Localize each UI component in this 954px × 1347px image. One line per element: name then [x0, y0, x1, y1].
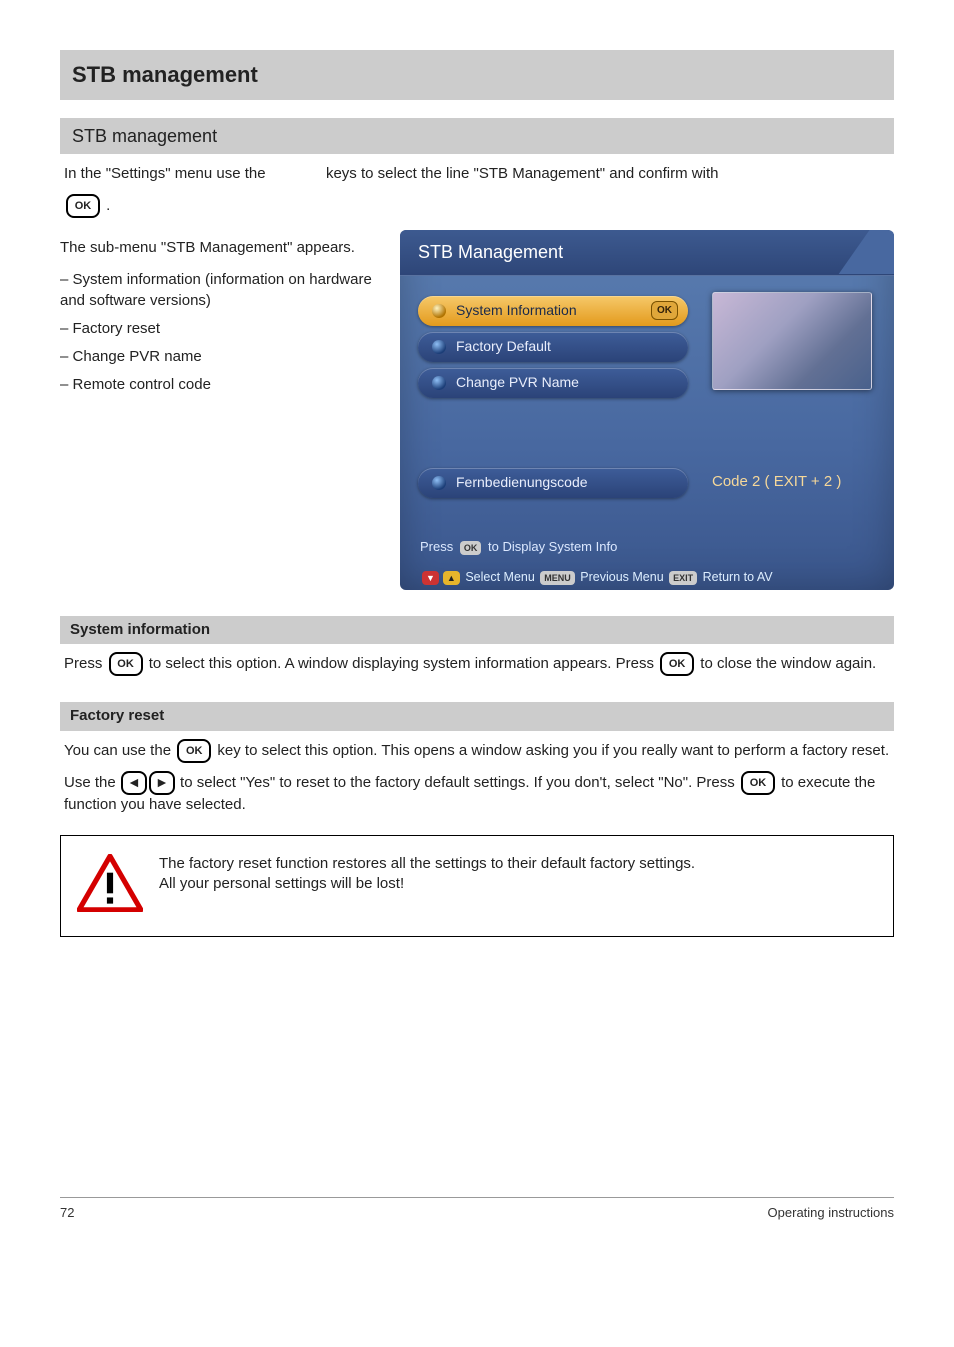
sysinfo-a: Press	[64, 655, 107, 672]
sysinfo-b: to select this option. A window displayi…	[149, 655, 658, 672]
warning-box: The factory reset function restores all …	[60, 835, 894, 937]
ok-icon: OK	[660, 652, 694, 676]
section-title: STB management	[60, 118, 894, 154]
osd-title-text: STB Management	[418, 242, 563, 262]
ok-icon: OK	[177, 739, 211, 763]
osd-footer-prev: Previous Menu	[580, 570, 663, 584]
ok-icon: OK	[460, 541, 482, 555]
menu-key-icon: MENU	[540, 571, 575, 585]
sublist-intro: The sub-menu "STB Management" appears.	[60, 238, 380, 258]
osd-preview-thumbnail	[712, 292, 872, 390]
osd-footer-select: Select Menu	[465, 570, 534, 584]
osd-footer-return: Return to AV	[703, 570, 773, 584]
bullet-icon	[432, 340, 446, 354]
factory-paragraph-1: You can use the OK key to select this op…	[60, 739, 894, 763]
osd-item-system-information[interactable]: System Information OK	[418, 296, 688, 326]
ok-icon: OK	[109, 652, 143, 676]
osd-item-label: Change PVR Name	[456, 373, 579, 392]
osd-hint: Press OK to Display System Info	[420, 538, 876, 556]
sysinfo-c: to close the window again.	[700, 655, 876, 672]
bullet-icon	[432, 476, 446, 490]
warning-triangle-icon	[77, 854, 143, 918]
ok-icon: OK	[66, 194, 100, 218]
bullet-pvrname: Change PVR name	[60, 347, 380, 367]
osd-item-label: System Information	[456, 301, 577, 320]
bullet-sysinfo: System information (information on hardw…	[60, 270, 380, 311]
intro-paragraph-2: OK .	[60, 194, 894, 218]
osd-item-remote-code[interactable]: Fernbedienungscode	[418, 468, 688, 498]
intro-paragraph: In the "Settings" menu use the keys to s…	[60, 164, 894, 184]
factory-2b: to select "Yes" to reset to the factory …	[180, 774, 739, 791]
factory-1b: key to select this option. This opens a …	[217, 742, 889, 759]
osd-screenshot: STB Management System Information OK Fac…	[400, 230, 894, 590]
bullet-factory: Factory reset	[60, 319, 380, 339]
osd-item-factory-default[interactable]: Factory Default	[418, 332, 688, 362]
osd-footer: ▼ ▲ Select Menu MENU Previous Menu EXIT R…	[418, 569, 876, 586]
intro-dot: .	[106, 197, 110, 214]
page-number: 72	[60, 1204, 74, 1222]
sysinfo-paragraph: Press OK to select this option. A window…	[60, 652, 894, 676]
factory-paragraph-2: Use the ◄► to select "Yes" to reset to t…	[60, 771, 894, 815]
warning-text: The factory reset function restores all …	[159, 854, 695, 895]
intro-text-a: In the "Settings" menu use the	[64, 165, 270, 182]
left-arrow-icon: ◄	[121, 771, 147, 795]
section-factory-reset: Factory reset	[60, 702, 894, 730]
osd-hint-a: Press	[420, 539, 453, 554]
page-footer: 72 Operating instructions	[60, 1197, 894, 1222]
bullet-icon	[432, 304, 446, 318]
exit-key-icon: EXIT	[669, 571, 697, 585]
osd-item-label: Factory Default	[456, 337, 551, 356]
bullet-rc: Remote control code	[60, 375, 380, 395]
factory-1a: You can use the	[64, 742, 175, 759]
osd-title: STB Management	[400, 230, 894, 275]
ok-icon: OK	[651, 301, 678, 321]
warning-line-2: All your personal settings will be lost!	[159, 874, 695, 894]
footer-label: Operating instructions	[768, 1204, 894, 1222]
osd-rc-value: Code 2 ( EXIT + 2 )	[712, 472, 841, 492]
right-arrow-icon: ►	[149, 771, 175, 795]
intro-text-b: keys to select the line "STB Management"…	[326, 165, 719, 182]
up-icon: ▲	[443, 571, 460, 585]
bullet-icon	[432, 376, 446, 390]
section-system-information: System information	[60, 616, 894, 644]
osd-item-label: Fernbedienungscode	[456, 473, 588, 492]
warning-line-1: The factory reset function restores all …	[159, 854, 695, 874]
page-title: STB management	[60, 50, 894, 100]
submenu-bullets: System information (information on hardw…	[60, 270, 380, 395]
osd-hint-b: to Display System Info	[488, 539, 617, 554]
ok-icon: OK	[741, 771, 775, 795]
factory-2a: Use the	[64, 774, 120, 791]
osd-item-change-pvr-name[interactable]: Change PVR Name	[418, 368, 688, 398]
down-icon: ▼	[422, 571, 439, 585]
